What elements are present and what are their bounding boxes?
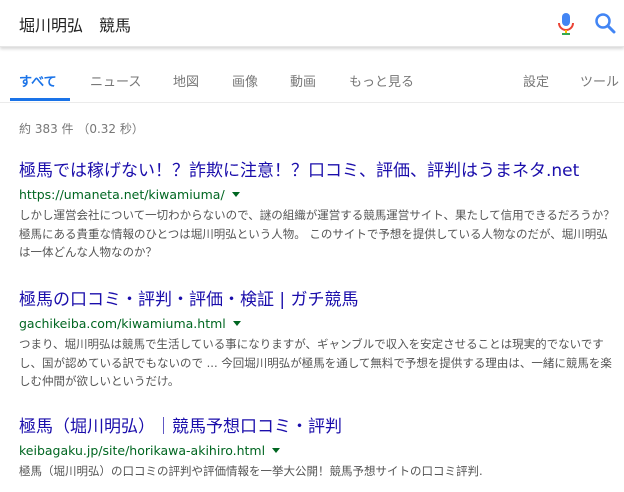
- result-url[interactable]: https://umaneta.net/kiwamiuma/: [19, 187, 225, 202]
- search-icon[interactable]: [594, 12, 616, 34]
- result-snippet: つまり、堀川明弘は競馬で生活している事になりますが、ギャンブルで収入を安定させる…: [19, 337, 612, 388]
- result-title-link[interactable]: 極馬の口コミ・評判・評価・検証 | ガチ競馬: [19, 289, 619, 311]
- result-url-row: https://umaneta.net/kiwamiuma/: [19, 185, 619, 203]
- result-title-link[interactable]: 極馬では稼げない！？詐欺に注意！？口コミ、評価、評判はうまネタ.net: [19, 160, 619, 182]
- tab-tools[interactable]: ツール: [580, 71, 619, 90]
- microphone-icon[interactable]: [556, 12, 576, 36]
- tab-all[interactable]: すべて: [19, 71, 57, 90]
- search-result: 極馬（堀川明弘）｜競馬予想口コミ・評判 keibagaku.jp/site/ho…: [19, 416, 619, 481]
- result-url-row: keibagaku.jp/site/horikawa-akihiro.html: [19, 441, 619, 459]
- tab-images[interactable]: 画像: [232, 71, 258, 90]
- search-query[interactable]: 堀川明弘 競馬: [19, 12, 131, 36]
- result-stats: 約 383 件 （0.32 秒）: [19, 122, 144, 136]
- result-title-link[interactable]: 極馬（堀川明弘）｜競馬予想口コミ・評判: [19, 416, 619, 438]
- tab-more[interactable]: もっと見る: [349, 71, 414, 90]
- search-tabs: すべて ニュース 地図 画像 動画 もっと見る 設定 ツール: [0, 46, 624, 103]
- result-snippet: しかし運営会社について一切わからないので、謎の組織が運営する競馬運営サイト、果た…: [19, 208, 615, 259]
- search-result: 極馬の口コミ・評判・評価・検証 | ガチ競馬 gachikeiba.com/ki…: [19, 289, 619, 391]
- tab-videos[interactable]: 動画: [290, 71, 316, 90]
- result-url[interactable]: gachikeiba.com/kiwamiuma.html: [19, 316, 226, 331]
- url-dropdown-icon[interactable]: [272, 448, 281, 453]
- url-dropdown-icon[interactable]: [232, 321, 241, 326]
- result-url-row: gachikeiba.com/kiwamiuma.html: [19, 314, 619, 332]
- search-bar[interactable]: 堀川明弘 競馬: [0, 0, 624, 47]
- active-tab-indicator: [10, 98, 70, 101]
- result-snippet: 極馬（堀川明弘）の口コミの評判や評価情報を一挙大公開！競馬予想サイトの口コミ評判…: [19, 464, 483, 478]
- tab-news[interactable]: ニュース: [90, 71, 141, 90]
- search-result: 極馬では稼げない！？詐欺に注意！？口コミ、評価、評判はうまネタ.net http…: [19, 160, 619, 262]
- url-dropdown-icon[interactable]: [231, 192, 240, 197]
- tab-maps[interactable]: 地図: [173, 71, 199, 90]
- result-url[interactable]: keibagaku.jp/site/horikawa-akihiro.html: [19, 443, 265, 458]
- tab-settings[interactable]: 設定: [523, 71, 549, 90]
